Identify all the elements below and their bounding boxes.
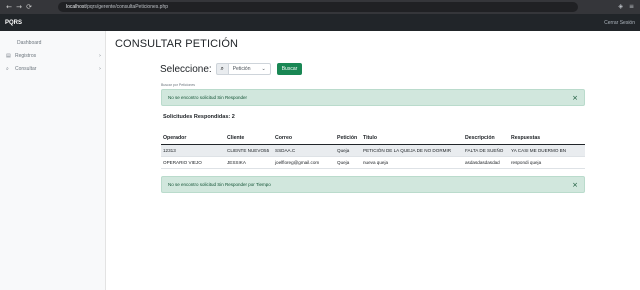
user-menu[interactable]: Cerrar Sesión <box>604 20 635 26</box>
alert-text: No se encontro solicitud Sin Responder <box>168 95 248 100</box>
table-cell: respondi queja <box>509 156 585 169</box>
column-header: Descripción <box>463 132 509 145</box>
shield-icon[interactable]: ◈ <box>618 3 623 10</box>
top-navbar: PQRS Cerrar Sesión <box>0 14 640 31</box>
alert-text: No se encontro solicitud Sin Responder p… <box>168 182 271 187</box>
chevron-right-icon: › <box>99 52 101 59</box>
search-form: Seleccione: ⌕ Petición ⌄ Buscar <box>160 63 303 75</box>
responses-table: Operador Cliente Correo Petición Titulo … <box>161 132 585 169</box>
type-select[interactable]: Petición ⌄ <box>228 63 271 75</box>
close-icon[interactable]: × <box>572 94 578 102</box>
alert-sin-responder-tiempo: No se encontro solicitud Sin Responder p… <box>161 176 585 193</box>
sidebar: Dashboard ▤ Registros › ⌕ Consultar › <box>0 31 106 290</box>
address-bar[interactable]: localhost/pqrs/gerente/consultaPeticione… <box>58 2 578 12</box>
sidebar-item-label: Dashboard <box>17 39 42 46</box>
table-cell: OPERARIO VIEJO <box>161 156 225 169</box>
column-header: Petición <box>335 132 361 145</box>
table-cell: 12313 <box>161 144 225 157</box>
close-icon[interactable]: × <box>572 181 578 189</box>
table-cell: YA CASI ME DUERMO BN <box>509 144 585 157</box>
select-label: Seleccione: <box>160 63 212 75</box>
browser-toolbar: ← → ⟳ localhost/pqrs/gerente/consultaPet… <box>0 0 640 14</box>
table-cell: CLIENTE NUEVO55 <box>225 144 273 157</box>
column-header: Respuestas <box>509 132 585 145</box>
sidebar-item-dashboard[interactable]: Dashboard <box>0 36 105 49</box>
column-header: Cliente <box>225 132 273 145</box>
column-header: Operador <box>161 132 225 145</box>
buscar-button[interactable]: Buscar <box>276 63 303 75</box>
table-cell: Queja <box>335 144 361 157</box>
alert-sin-responder: No se encontro solicitud Sin Responder × <box>161 89 585 106</box>
table-cell: nueva queja <box>361 156 463 169</box>
column-header: Correo <box>273 132 335 145</box>
page-title: CONSULTAR PETICIÓN <box>115 38 239 50</box>
arrow-right-icon[interactable]: → <box>14 3 24 11</box>
search-icon: ⌕ <box>6 65 9 72</box>
table-cell: Queja <box>335 156 361 169</box>
table-cell: PETICIÓN DE LA QUEJA DE NO DORMIR <box>361 144 463 157</box>
select-value: Petición <box>232 66 251 72</box>
sidebar-item-label: Registros <box>15 52 37 59</box>
table-cell: JESSIKA <box>225 156 273 169</box>
search-icon: ⌕ <box>215 63 229 75</box>
table-cell: SSDAA.C <box>273 144 335 157</box>
menu-icon[interactable]: ≡ <box>629 3 634 10</box>
table-cell: joelfloreg@gmail.com <box>273 156 335 169</box>
main-content: CONSULTAR PETICIÓN Seleccione: ⌕ Petició… <box>106 31 640 290</box>
table-row[interactable]: 12313 CLIENTE NUEVO55 SSDAA.C Queja PETI… <box>161 144 585 157</box>
table-header-row: Operador Cliente Correo Petición Titulo … <box>161 132 585 145</box>
table-cell: FALTA DE SUEÑO <box>463 144 509 157</box>
column-header: Titulo <box>361 132 463 145</box>
chevron-right-icon: › <box>99 65 101 72</box>
sidebar-item-consultar[interactable]: ⌕ Consultar › <box>0 62 105 75</box>
table-row[interactable]: OPERARIO VIEJO JESSIKA joelfloreg@gmail.… <box>161 156 585 169</box>
file-icon: ▤ <box>6 52 11 59</box>
search-hint: Buscar por Peticiones <box>161 83 196 87</box>
brand-logo[interactable]: PQRS <box>5 20 22 26</box>
reload-icon[interactable]: ⟳ <box>24 3 34 11</box>
section-title: Solicitudes Respondidas: 2 <box>163 114 235 120</box>
url-text: localhost/pqrs/gerente/consultaPeticione… <box>66 4 169 10</box>
sidebar-item-label: Consultar <box>15 65 37 72</box>
chevron-down-icon: ⌄ <box>261 66 266 72</box>
sidebar-item-registros[interactable]: ▤ Registros › <box>0 49 105 62</box>
browser-icons: ◈ ≡ <box>618 3 634 10</box>
arrow-left-icon[interactable]: ← <box>4 3 14 11</box>
table-cell: asdasdasdasdad <box>463 156 509 169</box>
